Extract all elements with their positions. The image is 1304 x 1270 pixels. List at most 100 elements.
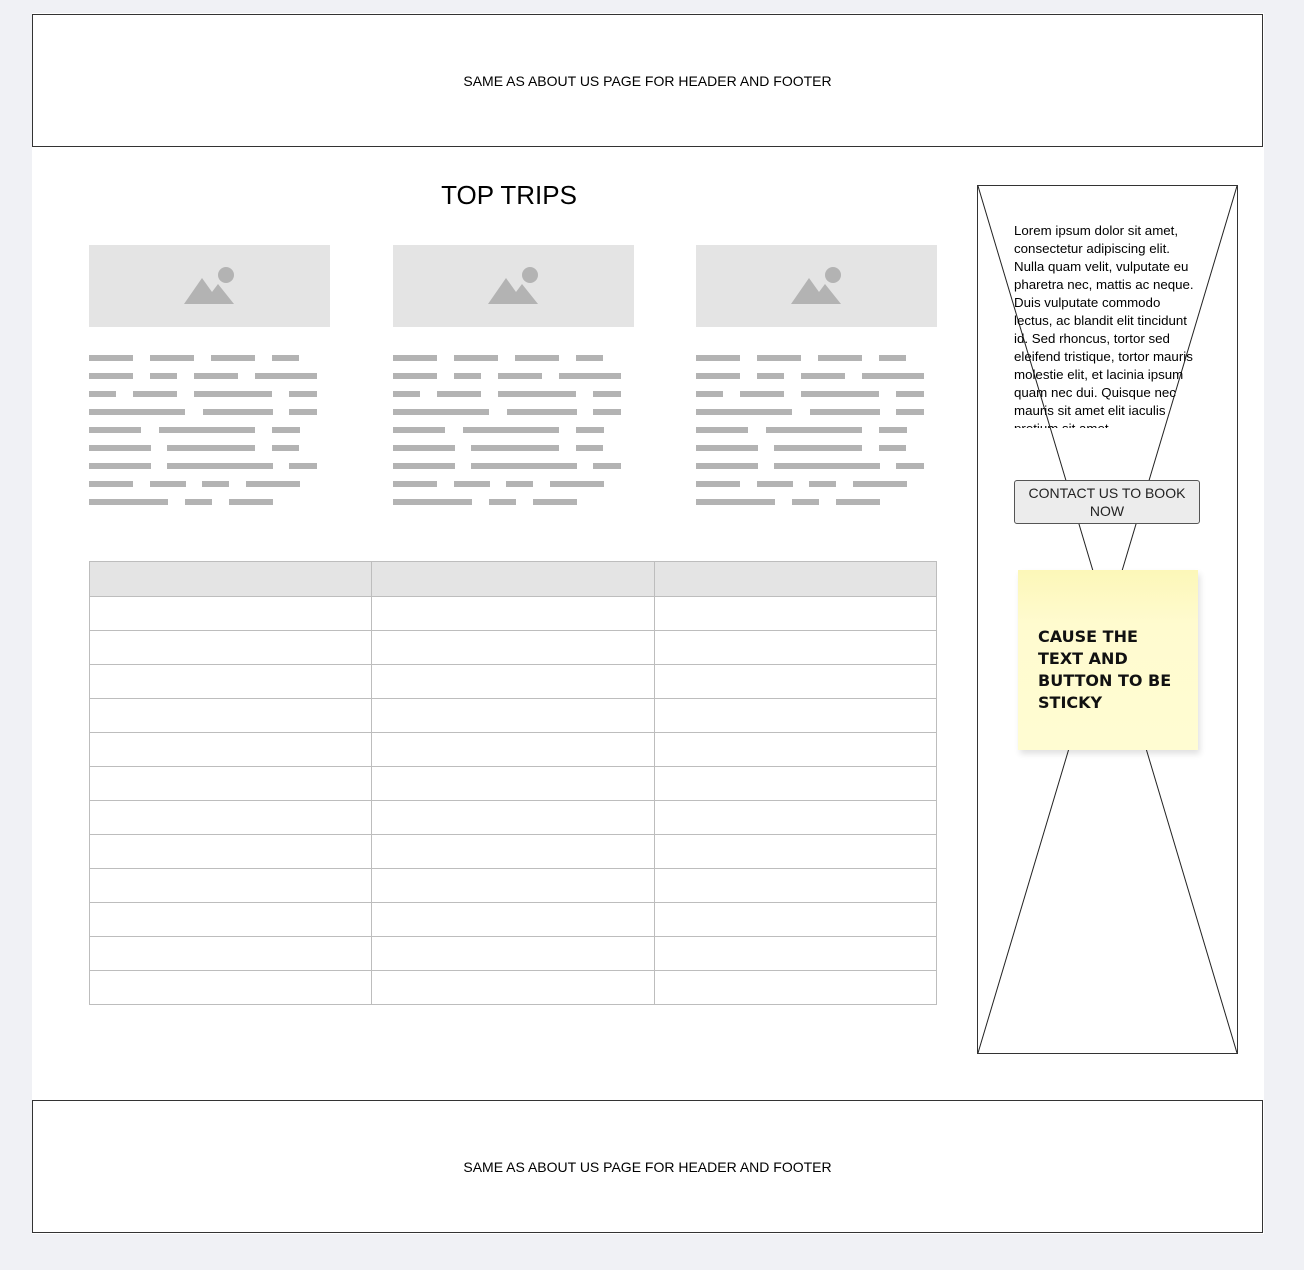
text-line-segment <box>437 391 481 397</box>
text-line-segment <box>89 445 151 451</box>
text-line-segment <box>463 427 559 433</box>
text-line-segment <box>89 427 141 433</box>
text-line-segment <box>879 427 907 433</box>
text-line-placeholder <box>89 427 330 433</box>
text-line-placeholder <box>393 427 634 433</box>
text-line-segment <box>809 481 836 487</box>
sticky-note: CAUSE THE TEXT AND BUTTON TO BE STICKY <box>1018 570 1198 750</box>
table-row <box>88 970 938 1005</box>
text-line-segment <box>498 373 542 379</box>
card-image <box>696 245 937 327</box>
table-cell <box>371 630 655 665</box>
image-placeholder-icon <box>183 267 234 304</box>
table-cell <box>371 664 655 699</box>
table-cell <box>653 800 938 835</box>
text-line-segment <box>696 409 792 415</box>
text-line-segment <box>159 427 255 433</box>
text-line-placeholder <box>696 373 937 379</box>
text-line-segment <box>757 481 793 487</box>
card-image <box>89 245 330 327</box>
table-row <box>88 834 938 869</box>
table-cell <box>653 596 938 631</box>
table-row <box>88 936 938 971</box>
table-cell <box>88 630 373 665</box>
card-text-placeholder <box>89 355 330 517</box>
table-cell <box>371 834 655 869</box>
data-table <box>88 561 938 1005</box>
image-placeholder-icon <box>790 267 841 304</box>
table-cell <box>371 800 655 835</box>
text-line-placeholder <box>696 391 937 397</box>
text-line-placeholder <box>393 499 634 505</box>
text-line-segment <box>696 355 740 361</box>
table-cell <box>653 664 938 699</box>
table-cell <box>88 766 373 801</box>
table-header-cell <box>371 561 655 597</box>
contact-us-button[interactable]: CONTACT US TO BOOK NOW <box>1014 480 1200 524</box>
text-line-segment <box>696 445 758 451</box>
text-line-segment <box>167 463 273 469</box>
header: SAME AS ABOUT US PAGE FOR HEADER AND FOO… <box>32 14 1263 147</box>
table-cell <box>88 664 373 699</box>
card-text-placeholder <box>696 355 937 517</box>
text-line-segment <box>393 373 437 379</box>
text-line-placeholder <box>89 481 330 487</box>
table-row <box>88 698 938 733</box>
text-line-segment <box>559 373 621 379</box>
table-header-cell <box>653 561 938 597</box>
table-cell <box>653 834 938 869</box>
text-line-segment <box>757 373 784 379</box>
text-line-segment <box>818 355 862 361</box>
text-line-placeholder <box>696 445 937 451</box>
table-header-row <box>88 561 938 597</box>
table-cell <box>88 936 373 971</box>
text-line-segment <box>593 409 621 415</box>
text-line-segment <box>393 391 420 397</box>
text-line-segment <box>506 481 533 487</box>
table-cell <box>653 868 938 903</box>
text-line-placeholder <box>89 373 330 379</box>
text-line-segment <box>211 355 255 361</box>
table-row <box>88 766 938 801</box>
text-line-segment <box>593 391 621 397</box>
text-line-segment <box>89 391 116 397</box>
text-line-placeholder <box>393 481 634 487</box>
text-line-segment <box>896 409 924 415</box>
text-line-segment <box>696 391 723 397</box>
text-line-segment <box>89 355 133 361</box>
text-line-segment <box>89 409 185 415</box>
text-line-segment <box>696 481 740 487</box>
text-line-segment <box>550 481 604 487</box>
text-line-segment <box>896 463 924 469</box>
text-line-segment <box>289 391 317 397</box>
text-line-segment <box>774 463 880 469</box>
text-line-placeholder <box>696 499 937 505</box>
table-cell <box>371 868 655 903</box>
text-line-placeholder <box>393 445 634 451</box>
text-line-segment <box>593 463 621 469</box>
text-line-segment <box>202 481 229 487</box>
text-line-placeholder <box>393 463 634 469</box>
text-line-segment <box>229 499 273 505</box>
card-image <box>393 245 634 327</box>
text-line-segment <box>89 499 168 505</box>
text-line-segment <box>896 391 924 397</box>
card-text-placeholder <box>393 355 634 517</box>
table-cell <box>371 698 655 733</box>
table-cell <box>371 970 655 1005</box>
text-line-segment <box>272 355 299 361</box>
footer-text: SAME AS ABOUT US PAGE FOR HEADER AND FOO… <box>463 1158 832 1175</box>
table-cell <box>88 868 373 903</box>
table-row <box>88 664 938 699</box>
table-row <box>88 630 938 665</box>
table-cell <box>653 970 938 1005</box>
text-line-segment <box>879 355 906 361</box>
header-text: SAME AS ABOUT US PAGE FOR HEADER AND FOO… <box>463 72 832 89</box>
text-line-segment <box>194 391 272 397</box>
text-line-placeholder <box>89 391 330 397</box>
text-line-segment <box>836 499 880 505</box>
text-line-segment <box>255 373 317 379</box>
text-line-segment <box>498 391 576 397</box>
table-row <box>88 902 938 937</box>
text-line-segment <box>810 409 880 415</box>
